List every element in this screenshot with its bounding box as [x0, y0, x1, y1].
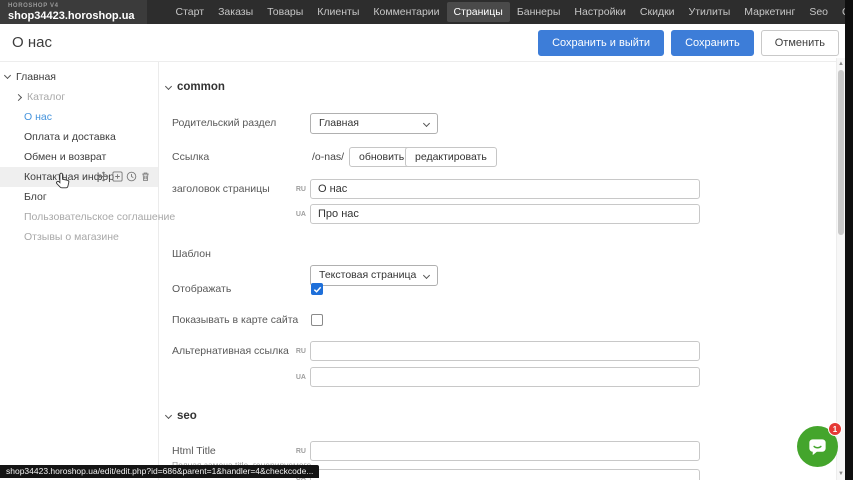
delete-trash-icon[interactable]	[140, 171, 151, 182]
capture-edge-strip	[845, 0, 853, 480]
scrollbar-thumb[interactable]	[838, 70, 844, 235]
sitemap-checkbox[interactable]	[311, 314, 323, 326]
tree-item-label: Пользовательское соглашение	[24, 211, 175, 223]
tree-item-label: Блог	[24, 191, 47, 203]
main-menu: Старт Заказы Товары Клиенты Комментарии …	[169, 2, 853, 22]
edit-link-button[interactable]: редактировать	[405, 147, 497, 167]
menu-item-orders[interactable]: Заказы	[211, 2, 260, 22]
page-edit-form: common Родительский раздел Главная Ссылк…	[159, 62, 845, 480]
template-label: Шаблон	[172, 244, 211, 264]
menu-item-banners[interactable]: Баннеры	[510, 2, 568, 22]
menu-item-marketing[interactable]: Маркетинг	[737, 2, 802, 22]
scroll-up-arrow-icon[interactable]: ▲	[837, 59, 845, 69]
menu-item-start[interactable]: Старт	[169, 2, 212, 22]
alt-link-label: Альтернативная ссылка	[172, 341, 289, 361]
cancel-button[interactable]: Отменить	[761, 30, 839, 56]
drag-move-icon[interactable]	[98, 171, 109, 182]
chevron-down-icon	[165, 82, 172, 89]
pages-tree-sidebar: Главная Каталог О нас Оплата и доставка …	[0, 62, 159, 480]
display-checkbox[interactable]	[311, 283, 323, 295]
scroll-down-arrow-icon[interactable]: ▼	[837, 469, 845, 479]
check-icon	[313, 285, 322, 294]
sidebar-item-payment-delivery[interactable]: Оплата и доставка	[0, 127, 158, 147]
sidebar-item-home[interactable]: Главная	[0, 67, 158, 87]
chevron-right-icon[interactable]	[15, 93, 22, 100]
add-page-icon[interactable]	[112, 171, 123, 182]
tree-item-label: Отзывы о магазине	[24, 231, 119, 243]
page-title-ru-input[interactable]	[310, 179, 700, 199]
sidebar-item-blog[interactable]: Блог	[0, 187, 158, 207]
template-select[interactable]: Текстовая страница	[310, 265, 438, 286]
menu-item-discounts[interactable]: Скидки	[633, 2, 682, 22]
page-header: О нас Сохранить и выйти Сохранить Отмени…	[0, 24, 845, 62]
history-clock-icon[interactable]	[126, 171, 137, 182]
topbar: HOROSHOP V4 shop34423.horoshop.ua Старт …	[0, 0, 853, 24]
html-title-ua-input[interactable]	[310, 469, 700, 480]
brand-logo[interactable]: HOROSHOP V4 shop34423.horoshop.ua	[0, 0, 147, 24]
section-common-toggle[interactable]: common	[166, 81, 225, 93]
sidebar-item-store-reviews[interactable]: Отзывы о магазине	[0, 227, 158, 247]
link-value: /o-nas/	[312, 147, 344, 167]
sidebar-item-user-agreement[interactable]: Пользовательское соглашение	[0, 207, 158, 227]
lang-tag-ru: RU	[293, 348, 306, 355]
menu-item-products[interactable]: Товары	[260, 2, 310, 22]
sidebar-item-about[interactable]: О нас	[0, 107, 158, 127]
tree-item-label: Главная	[16, 71, 56, 83]
section-seo-toggle[interactable]: seo	[166, 410, 197, 422]
html-title-ru-input[interactable]	[310, 441, 700, 461]
sitemap-label: Показывать в карте сайта	[172, 310, 298, 330]
display-label: Отображать	[172, 279, 231, 299]
tree-item-label: Оплата и доставка	[24, 131, 116, 143]
menu-item-pages[interactable]: Страницы	[447, 2, 510, 22]
page-title: О нас	[12, 34, 52, 51]
save-exit-button[interactable]: Сохранить и выйти	[538, 30, 664, 56]
menu-item-clients[interactable]: Клиенты	[310, 2, 366, 22]
chat-notification-badge: 1	[828, 422, 842, 436]
menu-item-utilities[interactable]: Утилиты	[682, 2, 738, 22]
page-title-ua-input[interactable]	[310, 204, 700, 224]
brand-version-label: HOROSHOP V4	[8, 3, 135, 10]
tree-row-actions	[98, 171, 151, 182]
menu-item-seo[interactable]: Seo	[802, 2, 835, 22]
section-common-label: common	[177, 81, 225, 93]
tree-item-label: Обмен и возврат	[24, 151, 106, 163]
browser-status-bar: shop34423.horoshop.ua/edit/edit.php?id=6…	[0, 465, 319, 478]
sidebar-item-contact-info[interactable]: Контактная инфор	[0, 167, 158, 187]
tree-item-label: О нас	[24, 111, 52, 123]
menu-item-settings[interactable]: Настройки	[567, 2, 633, 22]
parent-section-select[interactable]: Главная	[310, 113, 438, 134]
chevron-down-icon[interactable]	[4, 72, 11, 79]
sidebar-item-exchange-return[interactable]: Обмен и возврат	[0, 147, 158, 167]
lang-tag-ru: RU	[293, 448, 306, 455]
chevron-down-icon	[165, 411, 172, 418]
alt-link-ua-input[interactable]	[310, 367, 700, 387]
alt-link-ru-input[interactable]	[310, 341, 700, 361]
chevron-down-icon	[423, 272, 430, 279]
app-window: HOROSHOP V4 shop34423.horoshop.ua Старт …	[0, 0, 853, 480]
lang-tag-ua: UA	[293, 211, 306, 218]
menu-item-comments[interactable]: Комментарии	[366, 2, 446, 22]
link-label: Ссылка	[172, 147, 209, 167]
parent-section-label: Родительский раздел	[172, 113, 276, 133]
chevron-down-icon	[423, 120, 430, 127]
chat-bubble-icon	[806, 435, 829, 458]
header-actions: Сохранить и выйти Сохранить Отменить	[538, 30, 839, 56]
section-seo-label: seo	[177, 410, 197, 422]
lang-tag-ru: RU	[293, 186, 306, 193]
template-value: Текстовая страница	[319, 269, 416, 281]
lang-tag-ua: UA	[293, 374, 306, 381]
save-button[interactable]: Сохранить	[671, 30, 754, 56]
brand-domain-label: shop34423.horoshop.ua	[8, 10, 135, 22]
html-title-label: Html Title	[172, 441, 216, 461]
chat-widget-button[interactable]: 1	[797, 426, 838, 467]
vertical-scrollbar[interactable]: ▲ ▼	[836, 58, 845, 480]
parent-section-value: Главная	[319, 117, 359, 129]
tree-item-label: Каталог	[27, 91, 65, 103]
page-title-label: заголовок страницы	[172, 179, 270, 199]
sidebar-item-catalog[interactable]: Каталог	[0, 87, 158, 107]
